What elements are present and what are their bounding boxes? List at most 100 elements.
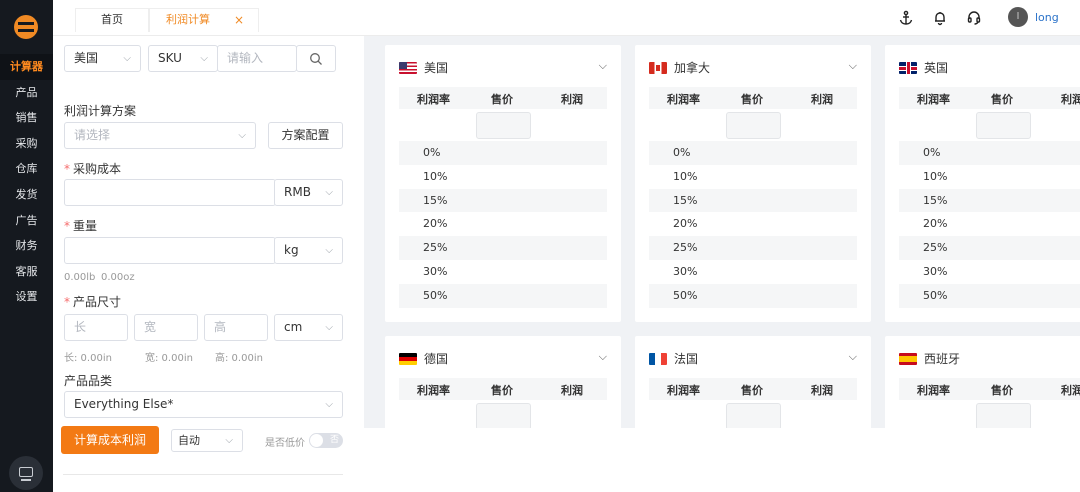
- tab-profit-calc[interactable]: 利润计算 ×: [149, 8, 259, 32]
- weight-unit-value: kg: [284, 243, 299, 257]
- col-price: 售价: [991, 93, 1013, 106]
- chevron-down-icon[interactable]: ⌵: [849, 59, 857, 73]
- table-row: 30%: [923, 264, 948, 278]
- sidebar-item-calculator[interactable]: 计算器: [0, 54, 53, 80]
- country-select[interactable]: 美国 ⌵: [64, 45, 141, 72]
- price-input[interactable]: [476, 112, 531, 139]
- top-bar: 首页 利润计算 × l long: [53, 0, 1080, 36]
- rate-rows: 0% 10% 15% 20% 25% 30% 50%: [899, 141, 1080, 308]
- weight-label: * 重量: [64, 217, 97, 234]
- col-profit: 利润: [561, 93, 583, 106]
- table-row: 25%: [899, 236, 1080, 260]
- weight-unit-select[interactable]: kg ⌵: [274, 237, 343, 264]
- logo-icon[interactable]: [14, 15, 38, 39]
- card-header: 英国: [899, 59, 948, 76]
- sidebar-item-warehouse[interactable]: 仓库: [0, 156, 53, 182]
- table-row: 50%: [899, 283, 1080, 308]
- sidebar: 计算器 产品 销售 采购 仓库 发货 广告 财务 客服 设置: [0, 0, 53, 492]
- search-type-select[interactable]: SKU ⌵: [148, 45, 218, 72]
- size-unit-value: cm: [284, 320, 303, 334]
- chevron-down-icon: ⌵: [325, 245, 333, 256]
- category-select[interactable]: Everything Else* ⌵: [64, 391, 343, 418]
- toggle-knob: [310, 434, 323, 447]
- col-rate: 利润率: [667, 384, 700, 397]
- results-area-footer: [364, 428, 1080, 492]
- col-profit: 利润: [561, 384, 583, 397]
- table-row: 20%: [673, 217, 698, 231]
- search-icon: [310, 53, 322, 65]
- table-row: 15%: [649, 188, 857, 213]
- sidebar-item-sales[interactable]: 销售: [0, 105, 53, 131]
- table-row: 25%: [399, 236, 607, 260]
- price-input[interactable]: [976, 403, 1031, 428]
- sidebar-item-finance[interactable]: 财务: [0, 233, 53, 259]
- length-input[interactable]: 长: [64, 314, 128, 341]
- bell-icon[interactable]: [932, 10, 948, 26]
- height-input[interactable]: 高: [204, 314, 268, 341]
- close-icon[interactable]: ×: [234, 9, 244, 31]
- price-input[interactable]: [726, 403, 781, 428]
- sidebar-item-support[interactable]: 客服: [0, 259, 53, 285]
- weight-input[interactable]: [64, 237, 276, 264]
- chevron-down-icon[interactable]: ⌵: [599, 350, 607, 364]
- country-card-es: 西班牙 ⌵ 利润率 售价 利润: [885, 336, 1080, 428]
- rate-rows: 0% 10% 15% 20% 25% 30% 50%: [399, 141, 607, 308]
- table-row: 20%: [423, 217, 448, 231]
- price-input[interactable]: [726, 112, 781, 139]
- size-unit-select[interactable]: cm ⌵: [274, 314, 343, 341]
- price-input[interactable]: [976, 112, 1031, 139]
- chevron-down-icon: ⌵: [323, 180, 333, 205]
- monitor-icon[interactable]: [9, 456, 43, 490]
- gb-flag-icon: [899, 62, 917, 74]
- currency-select[interactable]: RMB ⌵: [274, 179, 343, 206]
- sidebar-item-ads[interactable]: 广告: [0, 208, 53, 234]
- plan-label: 利润计算方案: [64, 104, 137, 118]
- weight-label-text: 重量: [73, 219, 98, 233]
- table-row: 15%: [399, 188, 607, 213]
- table-row: 25%: [649, 236, 857, 260]
- chevron-down-icon[interactable]: ⌵: [599, 59, 607, 73]
- chevron-down-icon: ⌵: [225, 435, 233, 446]
- username-link[interactable]: long: [1035, 11, 1059, 24]
- lowest-price-toggle[interactable]: 否: [309, 433, 343, 448]
- col-profit: 利润: [811, 384, 833, 397]
- chevron-down-icon[interactable]: ⌵: [849, 350, 857, 364]
- width-input[interactable]: 宽: [134, 314, 198, 341]
- sidebar-item-shipping[interactable]: 发货: [0, 182, 53, 208]
- table-row: 50%: [649, 283, 857, 308]
- calculate-button[interactable]: 计算成本利润: [61, 426, 159, 454]
- cost-input[interactable]: [64, 179, 276, 206]
- tab-profit-calc-label: 利润计算: [166, 13, 210, 26]
- headset-icon[interactable]: [966, 10, 982, 26]
- table-header: 利润率 售价 利润: [649, 378, 857, 400]
- chevron-down-icon: ⌵: [325, 322, 333, 333]
- sidebar-item-purchasing[interactable]: 采购: [0, 131, 53, 157]
- col-profit: 利润: [811, 93, 833, 106]
- table-row: 10%: [923, 169, 948, 183]
- width-hint: 宽: 0.00in: [145, 353, 193, 364]
- avatar[interactable]: l: [1008, 7, 1028, 27]
- col-rate: 利润率: [417, 384, 450, 397]
- price-input[interactable]: [476, 403, 531, 428]
- sidebar-item-products[interactable]: 产品: [0, 80, 53, 106]
- currency-value: RMB: [284, 185, 311, 199]
- search-button[interactable]: [296, 45, 336, 72]
- search-type-value: SKU: [158, 51, 182, 65]
- required-mark: *: [64, 295, 70, 309]
- rate-rows: 0% 10% 15% 20% 25% 30% 50%: [649, 141, 857, 308]
- divider: [63, 474, 343, 475]
- tab-home[interactable]: 首页: [75, 8, 149, 32]
- col-price: 售价: [491, 384, 513, 397]
- plan-select[interactable]: 请选择 ⌵: [64, 122, 256, 149]
- card-country: 法国: [674, 352, 699, 366]
- anchor-icon[interactable]: [898, 10, 914, 26]
- plan-config-button[interactable]: 方案配置: [268, 122, 343, 149]
- table-row: 0%: [649, 141, 857, 165]
- sidebar-item-settings[interactable]: 设置: [0, 284, 53, 310]
- card-header: 美国: [399, 59, 448, 76]
- mode-select[interactable]: 自动 ⌵: [171, 429, 243, 452]
- search-input[interactable]: 请输入: [217, 45, 297, 72]
- table-row: 0%: [399, 141, 607, 165]
- length-hint: 长: 0.00in: [64, 353, 112, 364]
- cost-label: * 采购成本: [64, 160, 121, 177]
